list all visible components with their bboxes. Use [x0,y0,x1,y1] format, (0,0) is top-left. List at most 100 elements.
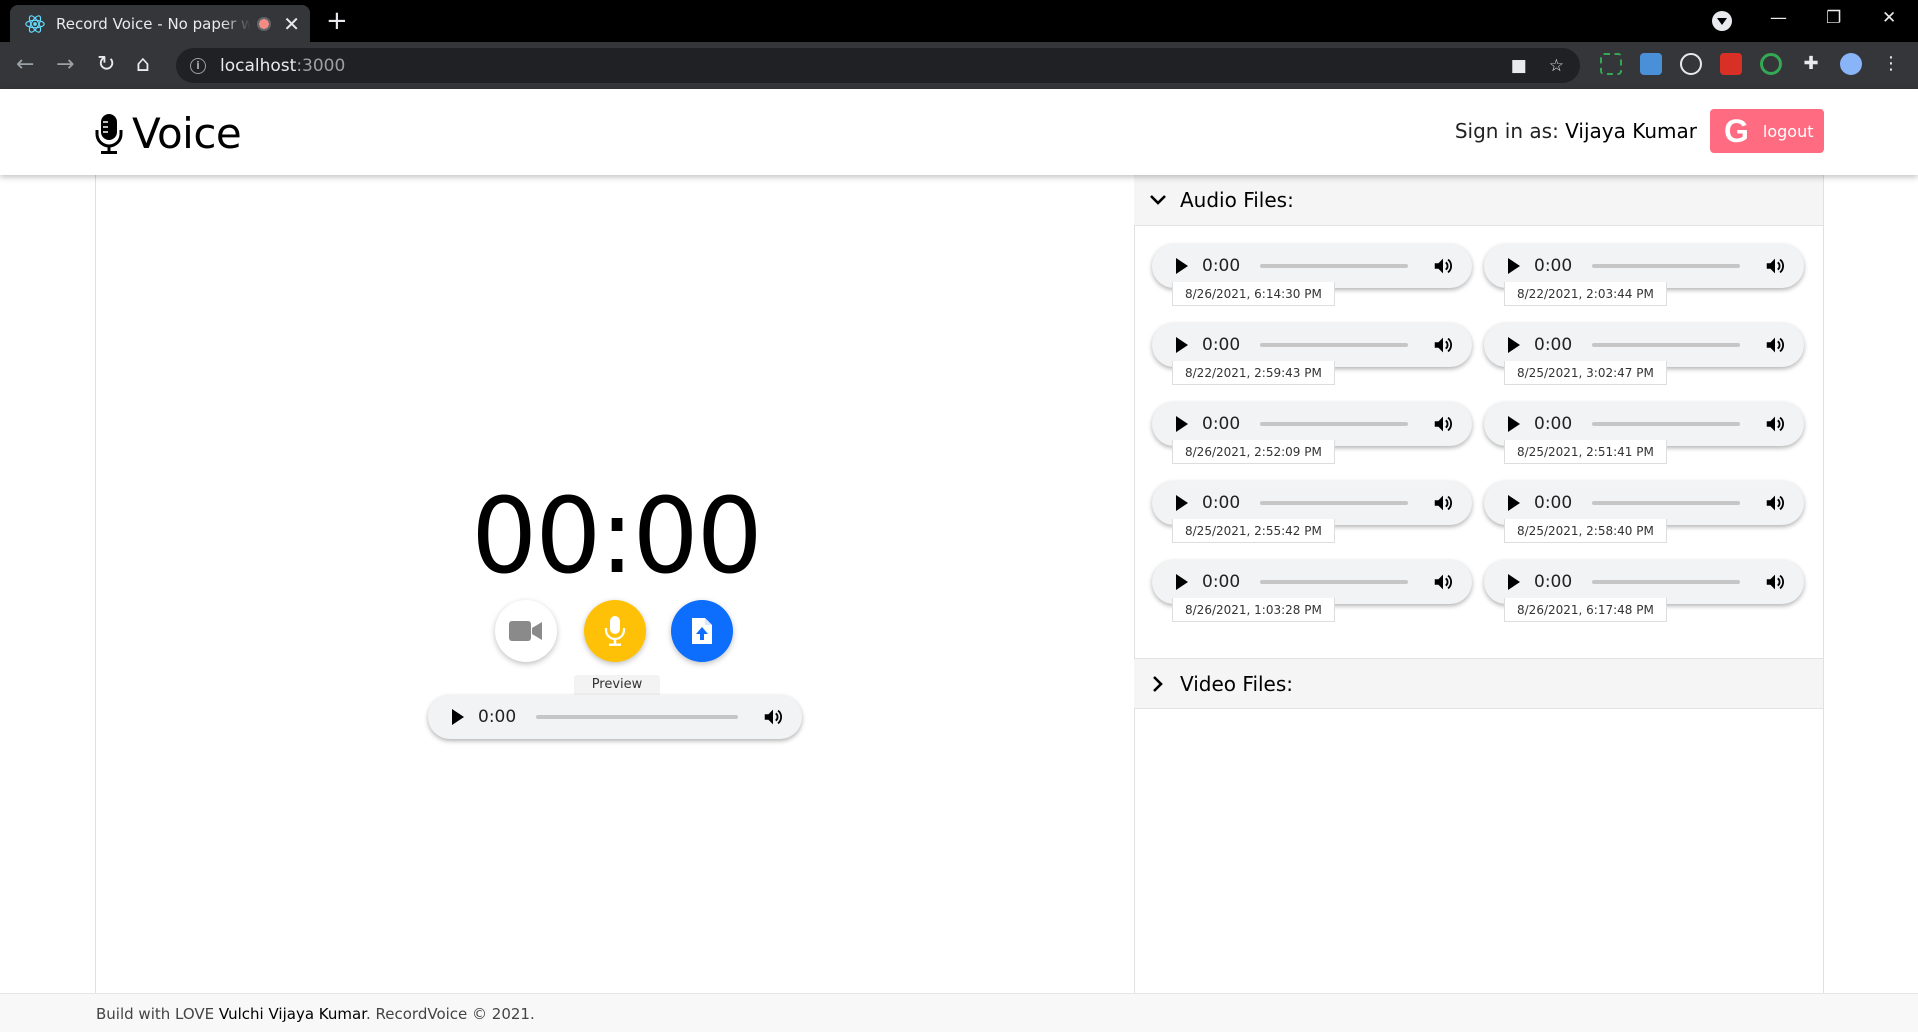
bookmark-star-icon[interactable]: ☆ [1549,56,1564,76]
seek-bar[interactable] [1592,422,1740,426]
preview-label: Preview [574,675,660,695]
extension-green-icon[interactable] [1760,53,1782,75]
record-video-button[interactable] [495,600,557,662]
play-icon[interactable] [1508,258,1520,274]
volume-icon[interactable] [1764,571,1786,593]
new-tab-button[interactable]: + [326,8,348,34]
play-icon[interactable] [1176,337,1188,353]
preview-audio-player[interactable]: 0:00 [428,695,802,739]
browser-menu-icon[interactable]: ⋮ [1880,53,1902,75]
reload-icon[interactable]: ↻ [97,53,115,77]
video-camera-icon [509,621,542,641]
volume-icon[interactable] [1432,571,1454,593]
tab-search-icon[interactable] [1712,11,1732,31]
extension-red-icon[interactable] [1720,53,1742,75]
seek-bar[interactable] [1592,501,1740,505]
player-time: 0:00 [1534,335,1573,355]
url-host: localhost [220,55,297,76]
volume-icon[interactable] [1764,492,1786,514]
play-icon[interactable] [1176,574,1188,590]
files-panel: Audio Files: 0:00 8/26/2021, 6:14:30 PM 0:… [1134,175,1824,993]
seek-bar[interactable] [1260,580,1408,584]
audio-file-item: 0:00 8/22/2021, 2:03:44 PM [1484,244,1804,314]
recording-timer: 00:00 [471,475,763,597]
player-time: 0:00 [1202,335,1241,355]
volume-icon[interactable] [1764,334,1786,356]
volume-icon[interactable] [1764,255,1786,277]
close-window-icon[interactable]: ✕ [1882,8,1896,28]
recorder-panel: 00:00 Preview 0:00 [95,175,1135,993]
brand-logo[interactable]: Voice [94,109,242,158]
recording-date: 8/25/2021, 2:51:41 PM [1504,440,1667,464]
logout-label: logout [1762,121,1814,141]
google-icon: G [1724,113,1749,149]
site-info-icon[interactable]: i [190,57,206,74]
upload-file-button[interactable] [671,600,733,662]
player-time: 0:00 [1202,256,1241,276]
footer: Build with LOVE Vulchi Vijaya Kumar. Rec… [0,993,1918,1032]
signin-label: Sign in as: [1454,119,1566,143]
audio-file-item: 0:00 8/25/2021, 3:02:47 PM [1484,323,1804,393]
forward-icon[interactable]: → [56,53,74,77]
play-icon[interactable] [1508,574,1520,590]
play-icon[interactable] [1176,416,1188,432]
tab-title: Record Voice - No paper work [56,14,252,33]
seek-bar[interactable] [1592,343,1740,347]
close-tab-icon[interactable]: ✕ [283,14,300,34]
audio-file-item: 0:00 8/26/2021, 6:14:30 PM [1152,244,1472,314]
recording-date: 8/26/2021, 6:14:30 PM [1172,282,1335,306]
play-icon[interactable] [1508,495,1520,511]
seek-bar[interactable] [1260,343,1408,347]
play-icon[interactable] [1508,416,1520,432]
seek-bar[interactable] [1260,422,1408,426]
recording-date: 8/26/2021, 1:03:28 PM [1172,598,1335,622]
seek-bar[interactable] [1260,501,1408,505]
file-upload-icon [692,618,712,644]
extension-recorder-icon[interactable] [1640,53,1662,75]
recording-date: 8/26/2021, 6:17:48 PM [1504,598,1667,622]
audio-file-item: 0:00 8/26/2021, 2:52:09 PM [1152,402,1472,472]
volume-icon[interactable] [1432,492,1454,514]
microphone-logo-icon [95,113,123,154]
minimize-icon[interactable]: — [1770,8,1787,28]
volume-icon[interactable] [762,706,784,728]
video-files-title: Video Files: [1180,671,1294,696]
browser-tab[interactable]: Record Voice - No paper work ✕ [10,5,310,42]
app-header: Voice Sign in as: Vijaya Kumar G logout [0,89,1918,175]
url-port: :3000 [296,55,346,76]
volume-icon[interactable] [1432,413,1454,435]
volume-icon[interactable] [1432,334,1454,356]
back-icon[interactable]: ← [16,53,34,77]
user-name: Vijaya Kumar [1565,119,1697,143]
play-icon[interactable] [1176,495,1188,511]
extensions-puzzle-icon[interactable]: ✚ [1800,53,1822,75]
camera-in-use-icon[interactable]: ■ [1511,56,1527,76]
recording-date: 8/22/2021, 2:03:44 PM [1504,282,1667,306]
play-icon[interactable] [452,709,464,725]
extension-screenshot-icon[interactable] [1600,53,1622,75]
home-icon[interactable]: ⌂ [136,53,150,77]
audio-files-accordion-header[interactable]: Audio Files: [1134,175,1823,226]
audio-file-item: 0:00 8/25/2021, 2:55:42 PM [1152,481,1472,551]
play-icon[interactable] [1508,337,1520,353]
play-icon[interactable] [1176,258,1188,274]
seek-bar[interactable] [1592,580,1740,584]
footer-credit: Build with LOVE Vulchi Vijaya Kumar. Rec… [96,1005,535,1023]
seek-bar[interactable] [1260,264,1408,268]
video-files-accordion-header[interactable]: Video Files: [1134,658,1823,709]
volume-icon[interactable] [1432,255,1454,277]
player-time: 0:00 [1202,572,1241,592]
seek-bar[interactable] [536,715,738,719]
player-time: 0:00 [1534,414,1573,434]
chevron-right-icon [1153,675,1163,692]
seek-bar[interactable] [1592,264,1740,268]
extension-speed-icon[interactable] [1680,53,1702,75]
restore-icon[interactable]: ❐ [1826,8,1841,28]
profile-avatar[interactable] [1840,53,1862,75]
recording-date: 8/26/2021, 2:52:09 PM [1172,440,1335,464]
record-audio-button[interactable] [584,600,646,662]
logout-button[interactable]: G logout [1710,109,1824,153]
player-time: 0:00 [1202,493,1241,513]
address-bar[interactable]: i localhost:3000 ■ ☆ [176,48,1580,83]
volume-icon[interactable] [1764,413,1786,435]
